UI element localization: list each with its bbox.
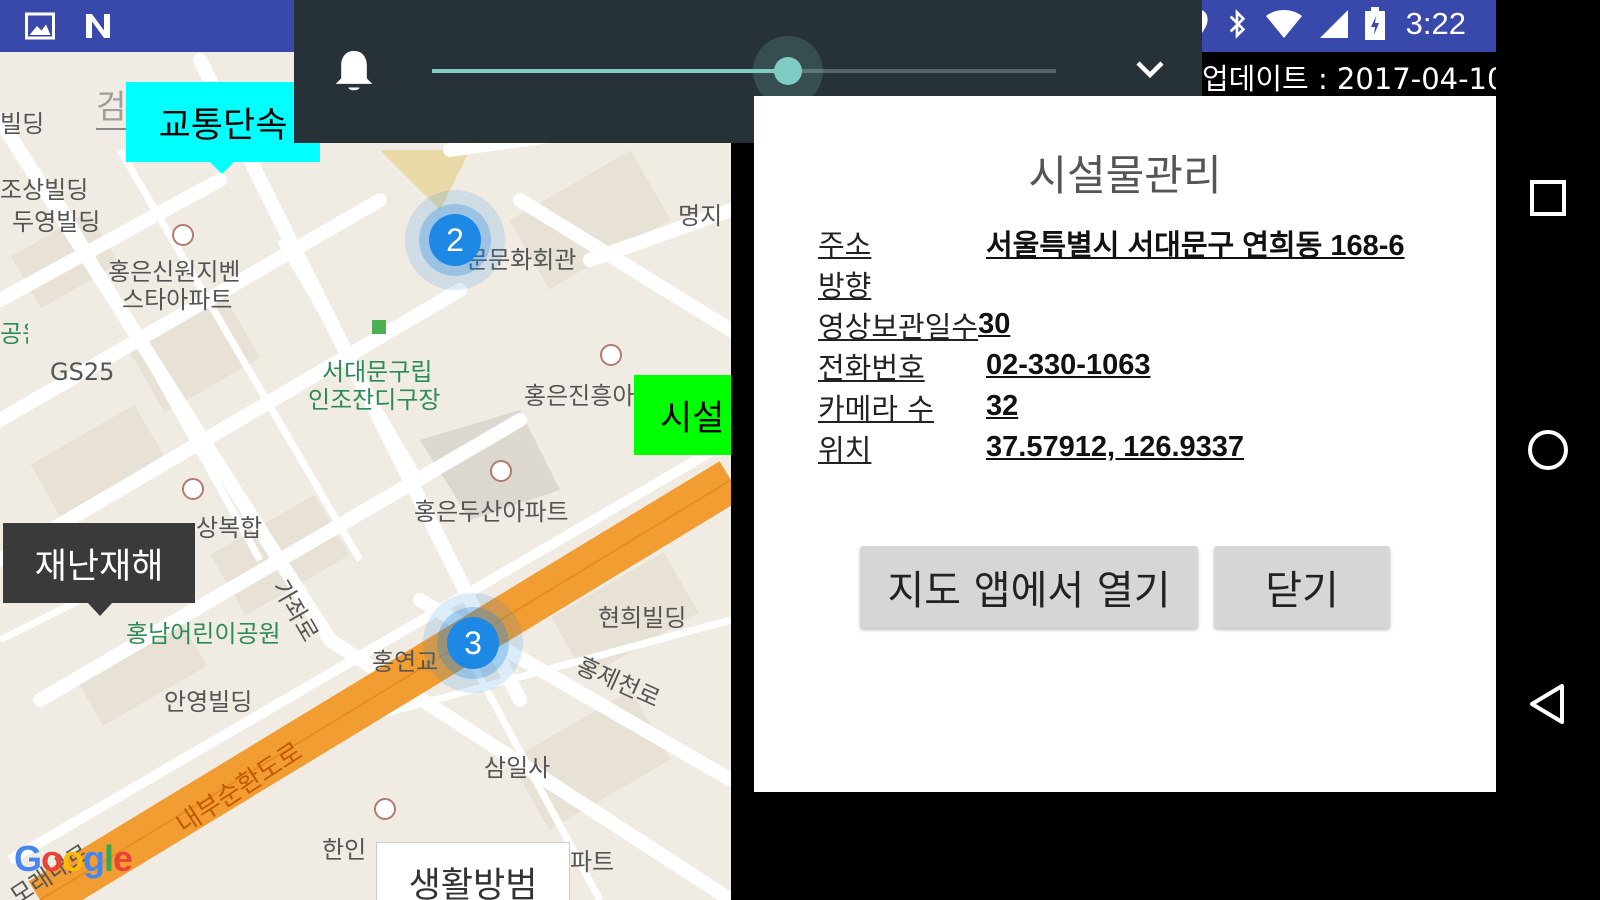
home-poi-icon[interactable] [490, 460, 512, 482]
volume-slider[interactable] [432, 36, 1056, 106]
cluster-count: 2 [429, 214, 481, 266]
traffic-enforcement-tag[interactable]: 교통단속 [126, 82, 320, 174]
open-in-map-app-button[interactable]: 지도 앱에서 열기 [860, 546, 1198, 628]
home-poi-icon[interactable] [600, 344, 622, 366]
map-label: 안영빌딩 [164, 688, 253, 716]
image-icon [25, 12, 55, 40]
wifi-icon [1265, 10, 1302, 38]
map-view[interactable]: 빌딩 조상빌딩 두영빌딩 홍은신원지벤 스타아파트 GS25 공원 서대문구립 … [0, 52, 731, 900]
close-button[interactable]: 닫기 [1214, 546, 1390, 628]
home-poi-icon[interactable] [374, 798, 396, 820]
slider-fill [432, 69, 788, 73]
map-label: 홍은진흥아 [524, 382, 635, 410]
retention-value: 30 [978, 308, 1011, 340]
crime-prevention-tag[interactable]: 생활방범 [376, 842, 570, 900]
update-date: 업데이트 : 2017-04-10 [1202, 62, 1506, 96]
marker-cluster[interactable]: 3 [423, 593, 523, 693]
bell-icon[interactable] [332, 46, 376, 96]
back-icon[interactable] [1524, 680, 1572, 728]
address-label: 주소 [818, 227, 872, 262]
map-label: 홍은두산아파트 [414, 498, 569, 526]
chevron-down-icon[interactable] [1132, 54, 1168, 84]
phone-value: 02-330-1063 [986, 349, 1151, 381]
google-logo: Google [14, 838, 133, 879]
home-poi-icon[interactable] [182, 478, 204, 500]
map-label: 삼일사 [484, 754, 551, 782]
map-label: 상복합 [196, 514, 263, 542]
location-value: 37.57912, 126.9337 [986, 431, 1245, 463]
map-label: 인조잔디구장 [308, 386, 441, 414]
map-label: 현희빌딩 [598, 604, 687, 632]
map-label: 스타아파트 [122, 286, 233, 314]
map-label: 홍남어린이공원 [126, 620, 281, 648]
map-tiles [0, 52, 731, 900]
direction-label: 방향 [818, 268, 872, 303]
address-value: 서울특별시 서대문구 연희동 168-6 [986, 229, 1405, 262]
map-label: 명지 [678, 202, 723, 230]
map-label: 두영빌딩 [12, 208, 101, 236]
signal-icon [1319, 10, 1348, 38]
camera-count-label: 카메라 수 [818, 391, 934, 426]
home-icon[interactable] [1524, 426, 1572, 474]
navigation-bar [1496, 0, 1600, 900]
recents-icon[interactable] [1524, 174, 1572, 222]
map-label: GS25 [50, 358, 115, 386]
map-label: 빌딩 [0, 110, 45, 138]
facility-tag[interactable]: 시설 [634, 375, 731, 455]
marker-cluster[interactable]: 2 [405, 190, 505, 290]
slider-thumb[interactable] [774, 57, 802, 85]
battery-icon [1364, 7, 1385, 40]
n-app-icon [86, 14, 110, 38]
phone-label: 전화번호 [818, 350, 925, 385]
home-poi-icon[interactable] [172, 224, 194, 246]
facility-info: 주소 서울특별시 서대문구 연희동 168-6 방향 영상보관일수 30 전화번호 0… [818, 222, 1405, 468]
camera-count-value: 32 [986, 390, 1019, 422]
map-label: 한인 [322, 836, 367, 864]
bluetooth-icon [1229, 9, 1245, 39]
retention-label: 영상보관일수 [818, 309, 979, 344]
location-label: 위치 [818, 432, 872, 467]
status-clock: 3:22 [1405, 6, 1466, 41]
cluster-count: 3 [447, 617, 499, 669]
map-label: 공원 [0, 320, 28, 348]
disaster-tag[interactable]: 재난재해 [3, 523, 195, 616]
dialog-title: 시설물관리 [1028, 151, 1222, 200]
map-label: 조상빌딩 [0, 176, 89, 204]
facility-dialog: 시설물관리 주소 서울특별시 서대문구 연희동 168-6 방향 영상보관일수 30… [754, 96, 1496, 792]
map-label: 파트 [570, 848, 615, 876]
